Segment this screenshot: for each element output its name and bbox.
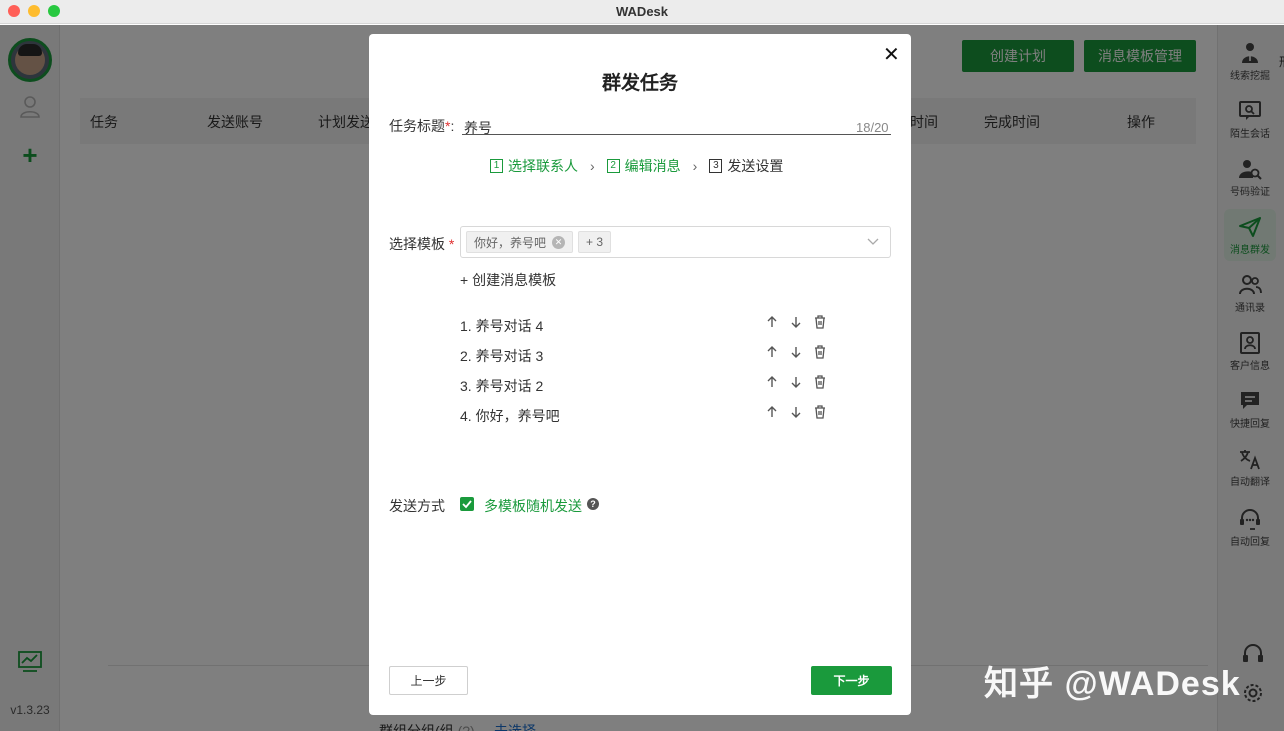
template-name: 1. 养号对话 4 xyxy=(460,318,544,334)
template-more-chip: + 3 xyxy=(578,231,612,253)
multi-template-checkbox[interactable] xyxy=(460,497,474,511)
chip-remove-icon[interactable]: ✕ xyxy=(552,235,566,249)
template-row-actions xyxy=(764,344,828,360)
trash-icon[interactable] xyxy=(812,314,828,330)
template-row-actions xyxy=(764,314,828,330)
template-name: 4. 你好，养号吧 xyxy=(460,408,560,424)
task-title-input[interactable]: 养号 xyxy=(464,118,492,138)
arrow-down-icon[interactable] xyxy=(788,314,804,330)
send-method-label: 发送方式 xyxy=(389,498,445,514)
template-row-actions xyxy=(764,404,828,420)
watermark-text: 知乎 @WADesk xyxy=(984,665,1241,703)
template-row: 3. 养号对话 2 xyxy=(460,374,840,404)
mass-task-dialog: ✕ 群发任务 任务标题*: 养号 18/20 1 选择联系人 › 2 编辑消息 … xyxy=(369,34,911,715)
previous-step-button[interactable]: 上一步 xyxy=(389,666,468,695)
template-name: 2. 养号对话 3 xyxy=(460,348,544,364)
dialog-title: 群发任务 xyxy=(601,73,678,94)
help-icon[interactable]: ? xyxy=(587,498,599,510)
template-row: 4. 你好，养号吧 xyxy=(460,404,840,434)
step-edit-message[interactable]: 2 编辑消息 xyxy=(606,156,681,176)
arrow-down-icon[interactable] xyxy=(788,374,804,390)
select-template-label: 选择模板 * xyxy=(389,236,455,252)
task-title-underline xyxy=(462,134,891,135)
template-chip: 你好，养号吧 ✕ xyxy=(466,231,574,253)
task-title-char-count: 18/20 xyxy=(856,120,889,135)
template-select[interactable]: 你好，养号吧 ✕ + 3 xyxy=(460,226,891,258)
create-template-link[interactable]: + 创建消息模板 xyxy=(460,270,556,290)
template-row-actions xyxy=(764,374,828,390)
arrow-down-icon[interactable] xyxy=(788,344,804,360)
trash-icon[interactable] xyxy=(812,404,828,420)
title-bar: WADesk xyxy=(0,0,1284,24)
chevron-down-icon xyxy=(867,238,879,245)
step-select-contacts[interactable]: 1 选择联系人 xyxy=(490,156,578,176)
arrow-down-icon[interactable] xyxy=(788,404,804,420)
chevron-right-icon: › xyxy=(692,158,698,174)
step-indicator: 1 选择联系人 › 2 编辑消息 › 3 发送设置 xyxy=(490,156,783,176)
chevron-right-icon: › xyxy=(590,158,595,174)
trash-icon[interactable] xyxy=(812,344,828,360)
arrow-up-icon[interactable] xyxy=(764,404,780,420)
trash-icon[interactable] xyxy=(812,374,828,390)
step-send-settings[interactable]: 3 发送设置 xyxy=(709,156,783,176)
arrow-up-icon[interactable] xyxy=(764,374,780,390)
next-step-button[interactable]: 下一步 xyxy=(811,666,892,695)
app-window: WADesk + v1.3.23 创建计划 消息模板管理 任务 发送账号 计划发… xyxy=(0,0,1284,731)
task-title-label: 任务标题*: xyxy=(389,118,455,134)
template-list: 1. 养号对话 4 2. 养号对话 3 3. 养号对话 2 4. 你好，养号吧 xyxy=(460,314,840,434)
template-row: 2. 养号对话 3 xyxy=(460,344,840,374)
multi-template-label[interactable]: 多模板随机发送 xyxy=(484,496,582,516)
arrow-up-icon[interactable] xyxy=(764,314,780,330)
template-row: 1. 养号对话 4 xyxy=(460,314,840,344)
arrow-up-icon[interactable] xyxy=(764,344,780,360)
window-title: WADesk xyxy=(615,4,669,19)
template-name: 3. 养号对话 2 xyxy=(460,378,544,394)
close-icon[interactable]: ✕ xyxy=(883,45,900,65)
